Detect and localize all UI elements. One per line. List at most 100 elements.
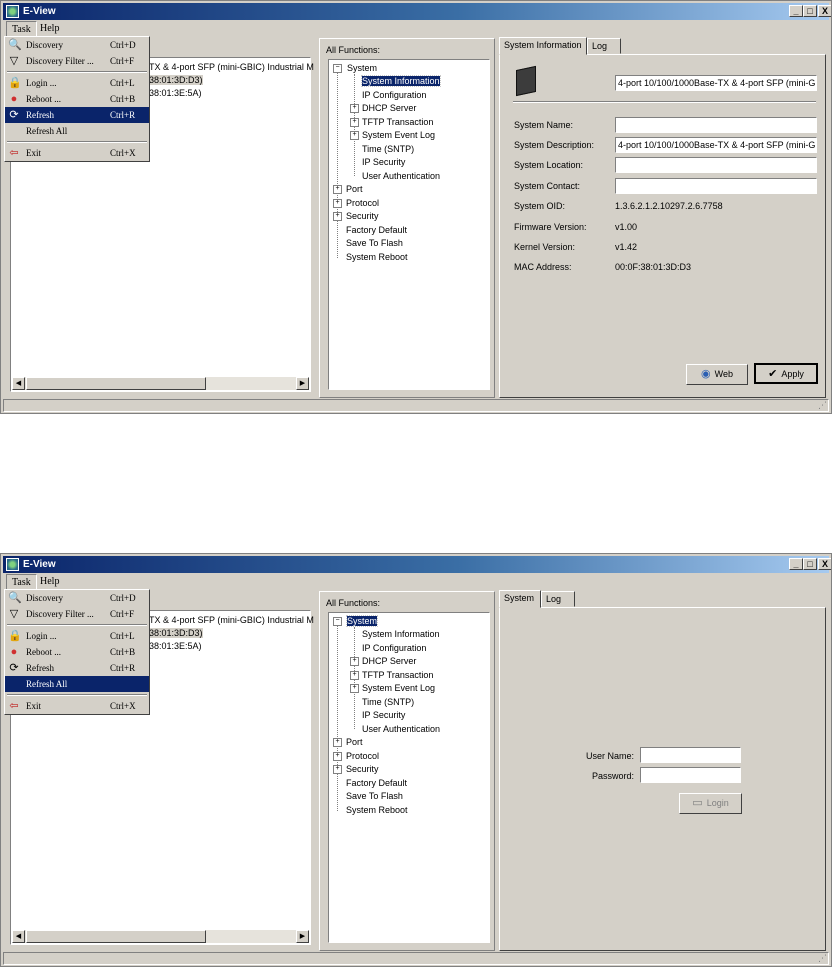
tree-node-system-event-log[interactable]: + System Event Log (350, 129, 435, 141)
tree-node-save-to-flash[interactable]: Save To Flash (346, 790, 403, 802)
tab-system-information[interactable]: System Information (499, 37, 587, 55)
function-tree[interactable]: − System System Information IP Configurat… (328, 612, 490, 943)
login-button[interactable]: ▭ Login (679, 793, 742, 814)
tree-node-system-information[interactable]: System Information (362, 628, 440, 640)
list-item[interactable]: TX & 4-port SFP (mini-GBIC) Industrial M (149, 615, 314, 625)
maximize-button[interactable]: □ (803, 5, 817, 17)
minimize-button[interactable]: _ (789, 5, 803, 17)
expand-icon[interactable]: + (333, 765, 342, 774)
list-item[interactable]: TX & 4-port SFP (mini-GBIC) Industrial M (149, 62, 314, 72)
tab-log[interactable]: Log (541, 591, 575, 607)
list-item[interactable]: 38:01:3E:5A) (149, 641, 202, 651)
menu-item-exit[interactable]: ⇦ Exit Ctrl+X (5, 698, 149, 714)
expand-icon[interactable]: + (333, 738, 342, 747)
tree-node-ip-configuration[interactable]: IP Configuration (362, 89, 426, 101)
user-name-input[interactable] (640, 747, 741, 763)
expand-icon[interactable]: + (350, 684, 359, 693)
system-contact-input[interactable] (615, 178, 817, 194)
tree-node-system[interactable]: − System (333, 615, 379, 627)
resize-grip-icon[interactable]: ⋰ (818, 953, 827, 964)
tree-node-protocol[interactable]: + Protocol (333, 750, 379, 762)
tree-node-save-to-flash[interactable]: Save To Flash (346, 237, 403, 249)
tree-node-system-event-log[interactable]: + System Event Log (350, 682, 435, 694)
expand-icon[interactable]: + (333, 752, 342, 761)
tree-node-dhcp-server[interactable]: + DHCP Server (350, 102, 416, 114)
menu-item-refresh-all[interactable]: Refresh All (5, 123, 149, 139)
menu-item-reboot[interactable]: ● Reboot ... Ctrl+B (5, 91, 149, 107)
tree-node-dhcp-server[interactable]: + DHCP Server (350, 655, 416, 667)
scroll-right-icon[interactable]: ▶ (296, 377, 309, 390)
tree-node-tftp-transaction[interactable]: + TFTP Transaction (350, 669, 433, 681)
menu-item-refresh[interactable]: ⟳ Refresh Ctrl+R (5, 107, 149, 123)
horizontal-scrollbar[interactable]: ◀ ▶ (12, 377, 309, 390)
tree-node-security[interactable]: + Security (333, 210, 379, 222)
password-input[interactable] (640, 767, 741, 783)
resize-grip-icon[interactable]: ⋰ (818, 400, 827, 411)
menu-item-login[interactable]: 🔒 Login ... Ctrl+L (5, 628, 149, 644)
menu-item-refresh[interactable]: ⟳ Refresh Ctrl+R (5, 660, 149, 676)
tree-node-system-reboot[interactable]: System Reboot (346, 251, 408, 263)
tree-node-ip-configuration[interactable]: IP Configuration (362, 642, 426, 654)
tree-node-user-authentication[interactable]: User Authentication (362, 723, 440, 735)
list-item[interactable]: 38:01:3D:D3) (149, 628, 203, 638)
tree-node-system-reboot[interactable]: System Reboot (346, 804, 408, 816)
tree-node-factory-default[interactable]: Factory Default (346, 777, 407, 789)
menu-help[interactable]: Help (35, 21, 64, 36)
minimize-button[interactable]: _ (789, 558, 803, 570)
expand-icon[interactable]: + (350, 118, 359, 127)
tree-node-port[interactable]: + Port (333, 736, 363, 748)
horizontal-scrollbar[interactable]: ◀ ▶ (12, 930, 309, 943)
menu-item-login[interactable]: 🔒 Login ... Ctrl+L (5, 75, 149, 91)
expand-icon[interactable]: + (333, 185, 342, 194)
menu-item-discovery[interactable]: 🔍 Discovery Ctrl+D (5, 37, 149, 53)
tree-node-system-information[interactable]: System Information (361, 75, 441, 87)
tree-node-time-sntp[interactable]: Time (SNTP) (362, 696, 414, 708)
expand-icon[interactable]: + (350, 657, 359, 666)
functions-panel: All Functions: − System System Informatio… (319, 591, 495, 951)
system-name-input[interactable] (615, 117, 817, 133)
tree-node-factory-default[interactable]: Factory Default (346, 224, 407, 236)
system-name-label: System Name: (514, 120, 574, 130)
scroll-thumb[interactable] (26, 377, 206, 390)
expand-icon[interactable]: + (333, 212, 342, 221)
tree-node-user-authentication[interactable]: User Authentication (362, 170, 440, 182)
tree-node-security[interactable]: + Security (333, 763, 379, 775)
expand-icon[interactable]: + (350, 671, 359, 680)
scroll-right-icon[interactable]: ▶ (296, 930, 309, 943)
expand-icon[interactable]: + (333, 199, 342, 208)
scroll-left-icon[interactable]: ◀ (12, 377, 25, 390)
tree-node-tftp-transaction[interactable]: + TFTP Transaction (350, 116, 433, 128)
tab-log[interactable]: Log (587, 38, 621, 54)
apply-button[interactable]: ✔ Apply (754, 363, 818, 384)
menu-item-reboot[interactable]: ● Reboot ... Ctrl+B (5, 644, 149, 660)
scroll-left-icon[interactable]: ◀ (12, 930, 25, 943)
menu-item-discovery-filter[interactable]: ▽ Discovery Filter ... Ctrl+F (5, 53, 149, 69)
system-description-input[interactable]: 4-port 10/100/1000Base-TX & 4-port SFP (… (615, 137, 817, 153)
function-tree[interactable]: − System System Information IP Configurat… (328, 59, 490, 390)
expand-icon[interactable]: + (350, 104, 359, 113)
menu-item-discovery[interactable]: 🔍 Discovery Ctrl+D (5, 590, 149, 606)
tree-node-port[interactable]: + Port (333, 183, 363, 195)
menu-help[interactable]: Help (35, 574, 64, 589)
tab-system[interactable]: System (499, 590, 541, 608)
list-item[interactable]: 38:01:3E:5A) (149, 88, 202, 98)
collapse-icon[interactable]: − (333, 617, 342, 626)
tree-node-ip-security[interactable]: IP Security (362, 709, 405, 721)
scroll-thumb[interactable] (26, 930, 206, 943)
menu-item-exit[interactable]: ⇦ Exit Ctrl+X (5, 145, 149, 161)
list-item[interactable]: 38:01:3D:D3) (149, 75, 203, 85)
maximize-button[interactable]: □ (803, 558, 817, 570)
tree-node-ip-security[interactable]: IP Security (362, 156, 405, 168)
tree-node-system[interactable]: − System (333, 62, 377, 74)
system-location-input[interactable] (615, 157, 817, 173)
menu-item-shortcut: Ctrl+R (110, 110, 136, 120)
close-button[interactable]: X (818, 5, 831, 17)
collapse-icon[interactable]: − (333, 64, 342, 73)
close-button[interactable]: X (818, 558, 831, 570)
menu-item-refresh-all[interactable]: Refresh All (5, 676, 149, 692)
expand-icon[interactable]: + (350, 131, 359, 140)
menu-item-discovery-filter[interactable]: ▽ Discovery Filter ... Ctrl+F (5, 606, 149, 622)
tree-node-time-sntp[interactable]: Time (SNTP) (362, 143, 414, 155)
tree-node-protocol[interactable]: + Protocol (333, 197, 379, 209)
web-button[interactable]: ◉ Web (686, 364, 748, 385)
